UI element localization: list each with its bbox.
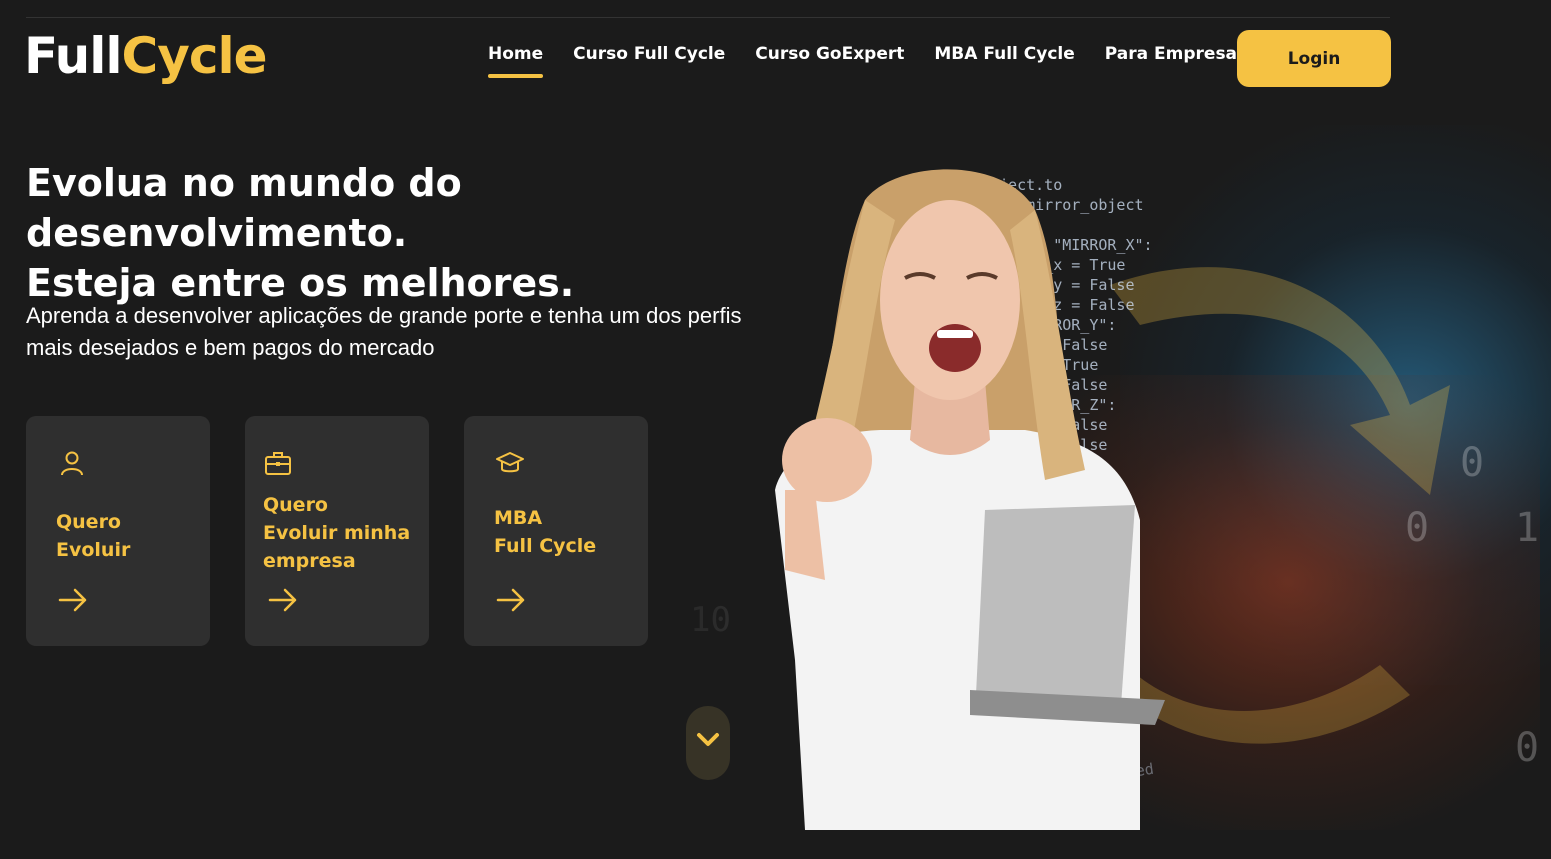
arrow-right-icon bbox=[496, 588, 525, 612]
logo-cycle-text: Cycle bbox=[121, 27, 268, 85]
headline-line-1: Evolua no mundo do desenvolvimento. bbox=[26, 161, 462, 255]
graduation-cap-icon bbox=[496, 452, 524, 473]
nav-para-empresas-label: Para Empresas bbox=[1104, 44, 1248, 64]
user-icon bbox=[61, 451, 83, 476]
chevron-down-icon bbox=[697, 733, 719, 746]
hero-headline: Evolua no mundo do desenvolvimento. Este… bbox=[26, 158, 786, 308]
nav-curso-full-cycle[interactable]: Curso Full Cycle bbox=[573, 44, 725, 64]
login-button[interactable]: Login bbox=[1237, 30, 1391, 87]
fullcycle-logo[interactable]: FullCycle bbox=[24, 26, 268, 86]
digit-decoration: 0 bbox=[1460, 440, 1485, 486]
card-label: Quero Evoluir bbox=[56, 511, 131, 561]
nav-mba-full-cycle[interactable]: MBA Full Cycle bbox=[934, 44, 1074, 64]
arrow-right-icon bbox=[268, 588, 297, 612]
landing-page: .ject.to mod.mirror_object lon == "MIRRO… bbox=[0, 0, 1551, 859]
briefcase-icon bbox=[265, 452, 291, 475]
card-quero-evoluir[interactable]: Quero Evoluir bbox=[26, 416, 210, 646]
scroll-down-button[interactable] bbox=[686, 706, 730, 780]
nav-home[interactable]: Home bbox=[488, 44, 544, 78]
arrow-right-icon bbox=[58, 588, 87, 612]
hero-subtitle: Aprenda a desenvolver aplicações de gran… bbox=[26, 303, 742, 360]
card-quero-evoluir-empresa[interactable]: Quero Evoluir minha empresa bbox=[245, 416, 429, 646]
card-mba-full-cycle[interactable]: MBA Full Cycle bbox=[464, 416, 648, 646]
main-nav: Home Curso Full Cycle Curso GoExpert MBA… bbox=[488, 44, 1264, 78]
header-divider bbox=[26, 17, 1390, 18]
digit-decoration: 0 bbox=[1515, 725, 1540, 771]
headline-line-2: Esteja entre os melhores. bbox=[26, 261, 575, 305]
logo-full-text: Full bbox=[24, 27, 123, 85]
nav-curso-goexpert[interactable]: Curso GoExpert bbox=[755, 44, 904, 64]
card-label: Quero Evoluir minha empresa bbox=[263, 494, 411, 572]
person-photo bbox=[775, 169, 1165, 830]
digit-decoration: 1 bbox=[1515, 505, 1540, 551]
card-label: MBA Full Cycle bbox=[494, 507, 597, 557]
digit-decoration: 0 bbox=[1405, 505, 1430, 551]
